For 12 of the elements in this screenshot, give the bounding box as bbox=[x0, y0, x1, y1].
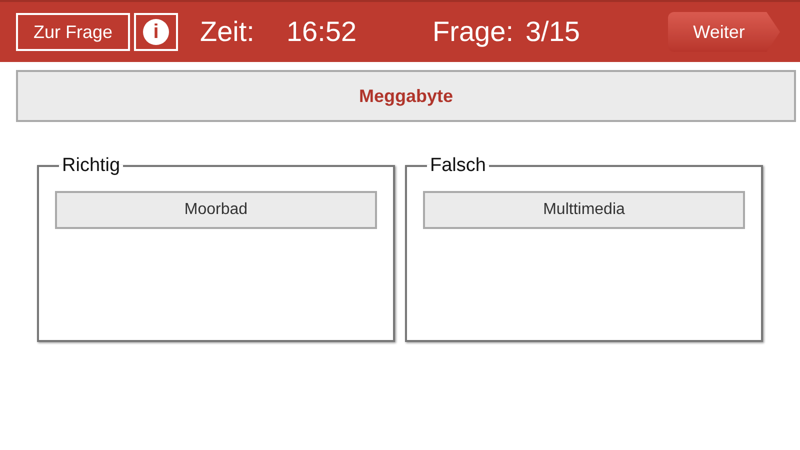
time-label: Zeit: bbox=[200, 15, 254, 49]
answer-card[interactable]: Multtimedia bbox=[423, 191, 745, 229]
question-label: Frage: bbox=[432, 15, 514, 49]
next-button[interactable]: Weiter bbox=[668, 12, 780, 52]
info-button[interactable]: i bbox=[134, 13, 178, 51]
answer-card[interactable]: Moorbad bbox=[55, 191, 377, 229]
group-title: Richtig bbox=[61, 156, 122, 175]
time-value: 16:52 bbox=[286, 15, 357, 49]
info-icon: i bbox=[143, 19, 169, 45]
group-title: Falsch bbox=[429, 156, 487, 175]
back-button[interactable]: Zur Frage bbox=[16, 13, 130, 51]
question-word: Meggabyte bbox=[358, 84, 454, 108]
